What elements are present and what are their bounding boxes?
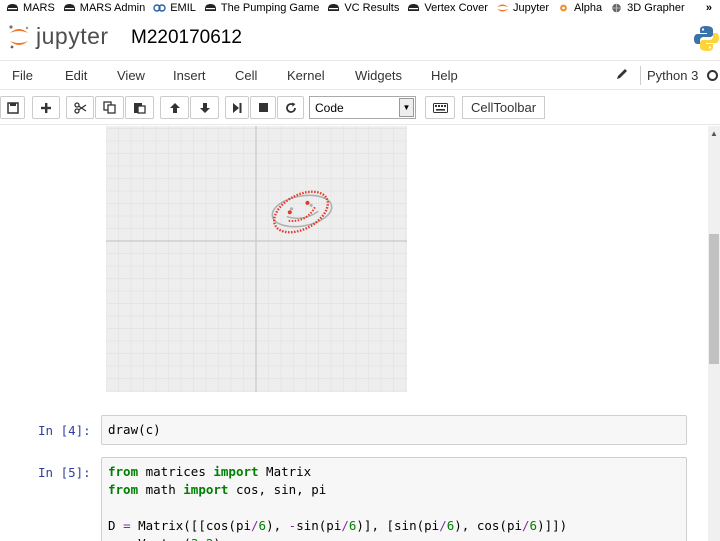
bookmark-list: MARS MARS Admin EMIL The Pumping Game VC Res… <box>0 2 687 14</box>
chevron-down-icon[interactable]: ▼ <box>399 98 414 117</box>
move-down-button[interactable] <box>190 96 219 119</box>
bookmark-mars-admin[interactable]: MARS Admin <box>63 2 145 14</box>
stop-icon <box>258 103 268 112</box>
code-line: D = Matrix([[cos(pi/6), -sin(pi/6)], [si… <box>108 518 568 533</box>
code-line: from matrices import Matrix <box>108 464 312 479</box>
bookmark-label: Vertex Cover <box>424 1 488 14</box>
arrow-down-icon <box>199 102 210 113</box>
bookmark-3d-grapher[interactable]: 3D Grapher <box>610 1 685 14</box>
menu-insert[interactable]: Insert <box>173 68 206 83</box>
bookmarks-more-button[interactable]: » <box>706 2 712 14</box>
notebook-title[interactable]: M220170612 <box>131 27 242 49</box>
bookmark-the-pumping-game[interactable]: The Pumping Game <box>204 2 319 14</box>
code-line: p = Vector(3,2) <box>108 536 680 541</box>
bookmark-label: MARS Admin <box>79 1 146 14</box>
scrollbar-thumb[interactable] <box>709 234 719 364</box>
bookmark-vertex-cover[interactable]: Vertex Cover <box>407 2 488 14</box>
run-cell-button[interactable] <box>225 96 249 119</box>
notebook-container: In [4]: draw(c) In [5]: from matrices im… <box>0 126 708 541</box>
pencil-icon[interactable] <box>615 67 629 81</box>
bookmark-label: MARS <box>23 1 55 14</box>
bookmark-label: VC Results <box>344 1 400 14</box>
step-forward-icon <box>232 102 241 113</box>
menu-file[interactable]: File <box>12 68 33 83</box>
puzzle-icon <box>153 3 166 13</box>
notebook-toolbar: Code ▼ CellToolbar <box>0 91 720 125</box>
hat-icon <box>6 3 19 13</box>
plus-icon <box>41 102 51 113</box>
bookmarks-bar: MARS MARS Admin EMIL The Pumping Game VC Res… <box>0 0 720 15</box>
kernel-name: Python 3 <box>647 68 699 83</box>
save-button[interactable] <box>0 96 25 119</box>
restart-kernel-button[interactable] <box>277 96 304 119</box>
jupyter-logo[interactable]: jupyter <box>8 23 109 50</box>
hat-icon <box>63 3 76 13</box>
bookmark-alpha[interactable]: Alpha <box>557 2 602 14</box>
jupyter-icon <box>496 3 509 13</box>
bookmark-label: EMIL <box>170 1 196 14</box>
move-up-button[interactable] <box>160 96 189 119</box>
kernel-separator <box>640 66 641 85</box>
menu-cell[interactable]: Cell <box>235 68 257 83</box>
interrupt-kernel-button[interactable] <box>250 96 276 119</box>
scroll-up-icon[interactable]: ▲ <box>708 126 720 140</box>
bookmark-jupyter[interactable]: Jupyter <box>496 2 549 14</box>
bookmark-label: Alpha <box>574 1 603 14</box>
menu-bar: File Edit View Insert Cell Kernel Widget… <box>0 60 720 90</box>
code-line: draw(c) <box>108 422 161 437</box>
copy-button[interactable] <box>95 96 124 119</box>
hat-icon <box>327 3 340 13</box>
keyboard-icon <box>432 102 448 113</box>
code-line: from math import cos, sin, pi <box>108 482 327 497</box>
hat-icon <box>204 3 217 13</box>
bookmark-label: 3D Grapher <box>627 1 685 14</box>
menu-kernel[interactable]: Kernel <box>287 68 325 83</box>
cell-prompt: In [4]: <box>38 423 91 438</box>
celltoolbar-button[interactable]: CellToolbar <box>462 96 546 119</box>
command-palette-button[interactable] <box>425 96 455 119</box>
sun-icon <box>557 3 570 13</box>
cell-input[interactable]: draw(c) <box>101 415 687 445</box>
menu-help[interactable]: Help <box>431 68 458 83</box>
bookmark-mars[interactable]: MARS <box>6 2 55 14</box>
scissors-icon <box>73 101 86 114</box>
paste-button[interactable] <box>125 96 154 119</box>
bookmark-label: The Pumping Game <box>220 1 320 14</box>
cell-prompt: In [5]: <box>38 465 91 480</box>
python-logo-icon <box>693 25 720 52</box>
jupyter-logo-icon <box>8 24 30 50</box>
globe-icon <box>610 3 623 13</box>
paste-icon <box>134 103 146 114</box>
menu-widgets[interactable]: Widgets <box>355 68 402 83</box>
code-cell-4[interactable]: In [4]: draw(c) <box>0 415 708 445</box>
notebook-header: jupyter M220170612 <box>0 15 720 60</box>
bookmark-vc-results[interactable]: VC Results <box>327 2 399 14</box>
jupyter-logo-text: jupyter <box>36 23 109 49</box>
scrollbar[interactable]: ▲ <box>708 126 720 541</box>
cell-type-select[interactable]: Code ▼ <box>309 96 416 119</box>
menu-edit[interactable]: Edit <box>65 68 87 83</box>
plot-canvas <box>105 126 407 392</box>
bookmark-label: Jupyter <box>512 1 550 14</box>
kernel-status-icon <box>707 70 718 81</box>
hat-icon <box>407 3 420 13</box>
cut-button[interactable] <box>66 96 94 119</box>
arrow-up-icon <box>169 102 180 113</box>
insert-cell-button[interactable] <box>32 96 60 119</box>
code-cell-5[interactable]: In [5]: from matrices import Matrix from … <box>0 457 708 541</box>
floppy-icon <box>6 101 19 114</box>
cell-input[interactable]: from matrices import Matrix from math imp… <box>101 457 687 541</box>
menu-view[interactable]: View <box>117 68 145 83</box>
copy-icon <box>103 101 116 114</box>
cell-type-value: Code <box>315 100 344 115</box>
output-plot <box>105 126 407 392</box>
bookmark-emil[interactable]: EMIL <box>153 2 196 14</box>
refresh-icon <box>285 102 296 113</box>
